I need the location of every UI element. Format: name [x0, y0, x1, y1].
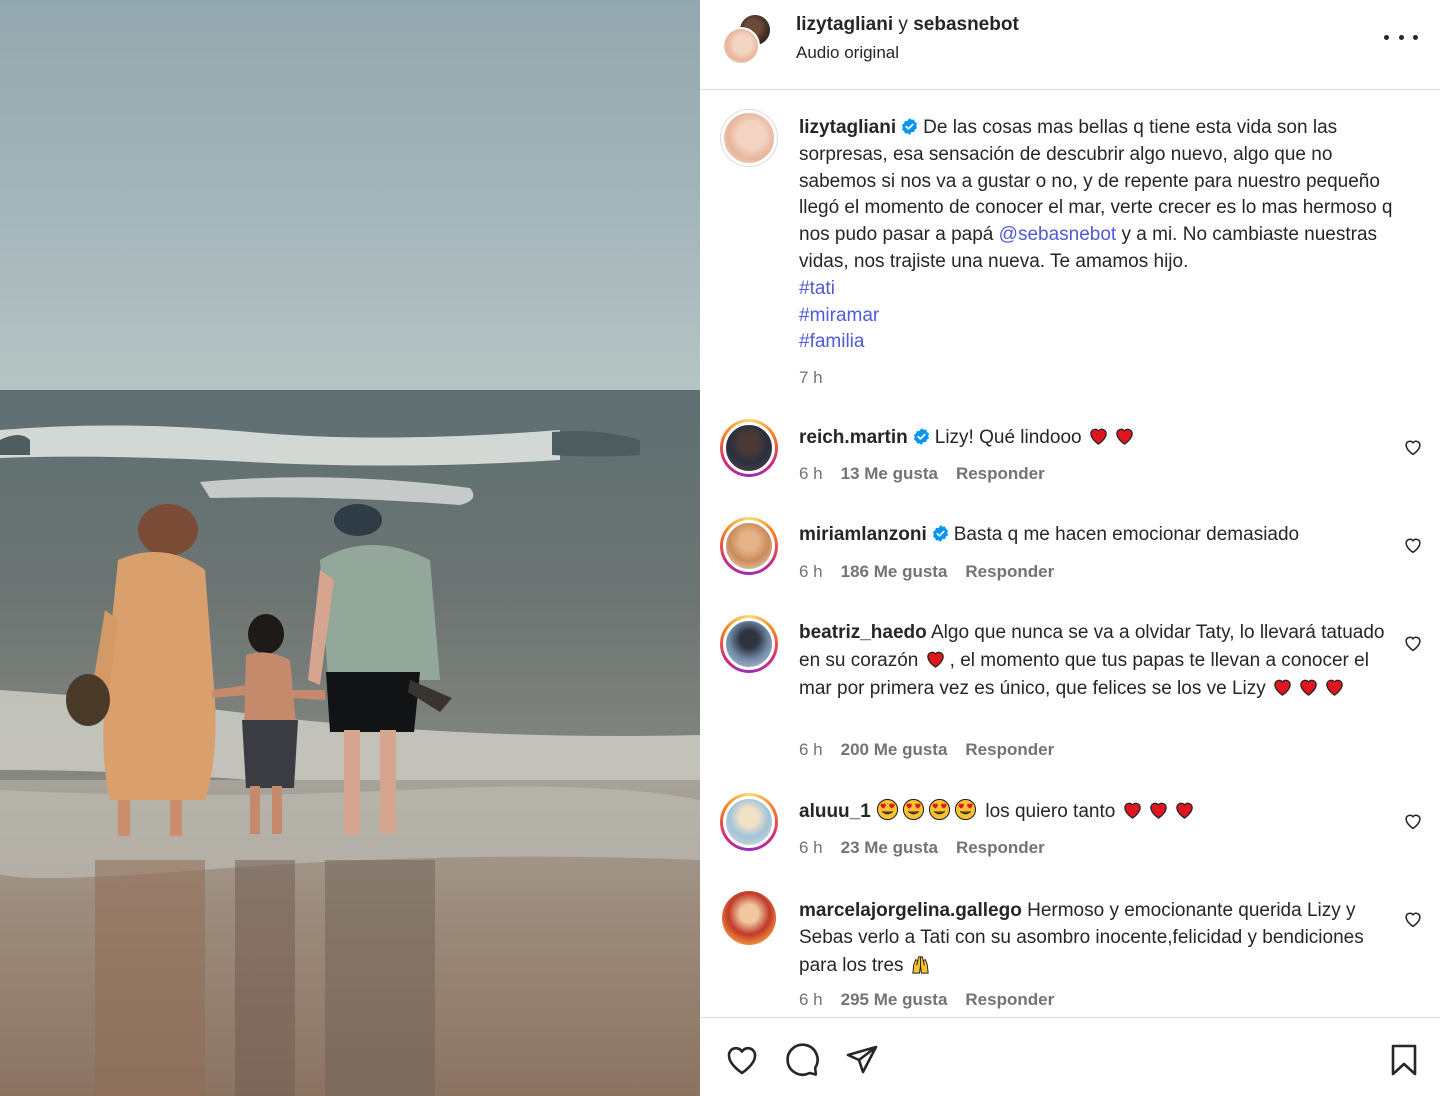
timestamp[interactable]: 7 h — [799, 368, 823, 387]
username-link[interactable]: sebasnebot — [913, 14, 1019, 35]
red-heart-icon — [926, 651, 944, 668]
heart-eyes-emoji-icon — [955, 798, 977, 821]
username-link[interactable]: miriamlanzoni — [799, 524, 927, 545]
beach-photo-image — [0, 0, 700, 1096]
avatar[interactable] — [720, 615, 778, 673]
caption-meta: 7 h — [799, 367, 841, 389]
username-link[interactable]: lizytagliani — [796, 14, 893, 35]
comments-list[interactable]: lizytagliani De las cosas mas bellas q ti… — [700, 91, 1440, 1017]
mention-link[interactable]: @sebasnebot — [999, 224, 1117, 245]
like-comment-heart-icon[interactable] — [1402, 810, 1424, 832]
like-comment-heart-icon[interactable] — [1402, 908, 1424, 930]
raised-hands-emoji-icon — [912, 955, 929, 974]
reply-button[interactable]: Responder — [956, 838, 1045, 857]
collab-avatars[interactable] — [722, 13, 776, 65]
comment-text: reich.martin Lizy! Qué lindooo — [799, 424, 1399, 452]
avatar[interactable] — [720, 517, 778, 575]
comment-meta: 6 h 200 Me gusta Responder — [799, 739, 1072, 761]
like-count[interactable]: 295 Me gusta — [841, 990, 948, 1009]
comment-icon[interactable] — [782, 1040, 822, 1080]
heart-eyes-emoji-icon — [903, 798, 925, 821]
comment-body: Lizy! Qué lindooo — [934, 427, 1082, 448]
avatar[interactable] — [720, 109, 778, 167]
username-link[interactable]: reich.martin — [799, 427, 908, 448]
comment-body: los quiero tanto — [985, 801, 1116, 822]
post-action-bar — [700, 1017, 1440, 1096]
username-link[interactable]: lizytagliani — [799, 117, 896, 138]
heart-eyes-emoji-icon — [929, 798, 951, 821]
comment-meta: 6 h 186 Me gusta Responder — [799, 561, 1072, 583]
collab-usernames: lizytagliani y sebasnebot — [796, 13, 1019, 37]
comment-body: Basta q me hacen emocionar demasiado — [953, 524, 1300, 545]
reply-button[interactable]: Responder — [965, 740, 1054, 759]
heart-icon[interactable] — [722, 1040, 762, 1080]
like-count[interactable]: 23 Me gusta — [841, 838, 938, 857]
hashtag-link[interactable]: #familia — [799, 329, 1399, 356]
reply-button[interactable]: Responder — [956, 464, 1045, 483]
like-count[interactable]: 200 Me gusta — [841, 740, 948, 759]
username-link[interactable]: marcelajorgelina.gallego — [799, 900, 1022, 921]
reply-button[interactable]: Responder — [965, 562, 1054, 581]
like-comment-heart-icon[interactable] — [1402, 534, 1424, 556]
red-heart-icon — [1326, 679, 1343, 696]
avatar[interactable] — [722, 891, 776, 945]
verified-badge-icon — [913, 428, 929, 445]
comment-meta: 6 h 295 Me gusta Responder — [799, 989, 1072, 1011]
reply-button[interactable]: Responder — [965, 990, 1054, 1009]
comment-text: marcelajorgelina.gallego Hermoso y emoci… — [799, 898, 1399, 979]
post-header: lizytagliani y sebasnebot Audio original — [700, 0, 1440, 90]
post-media-photo[interactable] — [0, 0, 700, 1096]
hashtag-link[interactable]: #miramar — [799, 303, 1399, 330]
username-link[interactable]: beatriz_haedo — [799, 622, 927, 643]
timestamp[interactable]: 6 h — [799, 990, 823, 1009]
comment-meta: 6 h 13 Me gusta Responder — [799, 463, 1063, 485]
avatar[interactable] — [722, 27, 760, 65]
red-heart-icon — [1123, 802, 1141, 819]
hashtag-link[interactable]: #tati — [799, 276, 1399, 303]
separator-text: y — [898, 14, 908, 35]
comment-text: miriamlanzoni Basta q me hacen emocionar … — [799, 522, 1399, 549]
timestamp[interactable]: 6 h — [799, 838, 823, 857]
comment-text: beatriz_haedo Algo que nunca se va a olv… — [799, 620, 1399, 702]
timestamp[interactable]: 6 h — [799, 740, 823, 759]
red-heart-icon — [1149, 802, 1167, 819]
bookmark-icon[interactable] — [1384, 1040, 1424, 1080]
more-horizontal-icon[interactable] — [1384, 26, 1418, 48]
red-heart-icon — [1116, 428, 1133, 445]
caption-text: lizytagliani De las cosas mas bellas q ti… — [799, 115, 1399, 356]
instagram-post-window: lizytagliani y sebasnebot Audio original… — [0, 0, 1440, 1096]
red-heart-icon — [1090, 428, 1107, 445]
timestamp[interactable]: 6 h — [799, 464, 823, 483]
like-comment-heart-icon[interactable] — [1402, 632, 1424, 654]
comment-meta: 6 h 23 Me gusta Responder — [799, 837, 1063, 859]
avatar[interactable] — [720, 419, 778, 477]
audio-link[interactable]: Audio original — [796, 42, 899, 64]
verified-badge-icon — [932, 525, 948, 542]
avatar[interactable] — [720, 793, 778, 851]
like-count[interactable]: 13 Me gusta — [841, 464, 938, 483]
verified-badge-icon — [902, 118, 918, 135]
like-comment-heart-icon[interactable] — [1402, 436, 1424, 458]
share-icon[interactable] — [842, 1040, 882, 1080]
red-heart-icon — [1274, 679, 1291, 696]
timestamp[interactable]: 6 h — [799, 562, 823, 581]
like-count[interactable]: 186 Me gusta — [841, 562, 948, 581]
comment-text: aluuu_1 los quiero tanto — [799, 798, 1399, 826]
red-heart-icon — [1300, 679, 1317, 696]
heart-eyes-emoji-icon — [877, 798, 899, 821]
username-link[interactable]: aluuu_1 — [799, 801, 871, 822]
red-heart-icon — [1175, 802, 1193, 819]
post-details-panel: lizytagliani y sebasnebot Audio original… — [700, 0, 1440, 1096]
